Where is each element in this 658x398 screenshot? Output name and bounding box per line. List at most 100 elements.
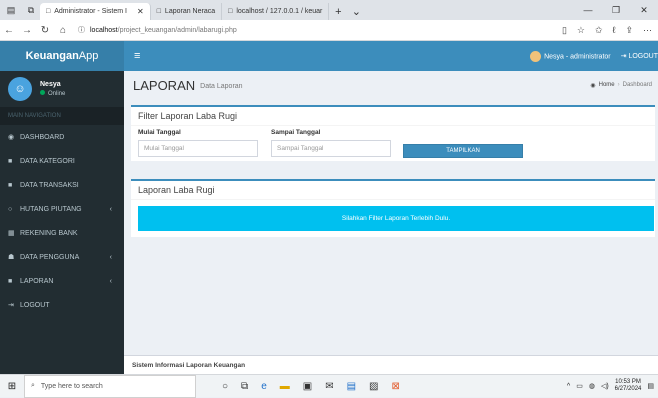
workspaces-icon[interactable]: ▤ [4, 3, 18, 17]
page-title: LAPORAN [133, 77, 196, 93]
user-menu[interactable]: Nesya - administrator [530, 50, 611, 62]
logo-prefix: Keuangan [25, 50, 79, 62]
info-alert: Silahkan Filter Laporan Terlebih Dulu. [138, 206, 654, 231]
info-icon[interactable]: ⓘ [78, 25, 85, 35]
sidebar-item-label: HUTANG PIUTANG [20, 205, 82, 213]
task-view-icon[interactable]: ⧉ [241, 381, 248, 392]
url-path: /project_keuangan/admin/labarugi.php [117, 26, 237, 34]
sidebar-item-laporan[interactable]: ■ LAPORAN ‹ [0, 269, 124, 293]
browser-tab-1[interactable]: □ Administrator - Sistem I ✕ [40, 3, 151, 20]
sidebar-item-data-kategori[interactable]: ■ DATA KATEGORI [0, 149, 124, 173]
logout-icon: ⇥ [8, 302, 14, 309]
chevron-up-icon[interactable]: ^ [567, 383, 570, 390]
start-date-input[interactable]: Mulai Tanggal [138, 140, 258, 157]
xampp-icon[interactable]: ⊠ [392, 381, 400, 392]
clock-date: 6/27/2024 [614, 386, 642, 392]
window-controls: — ❐ ✕ [574, 0, 658, 20]
report-box: Laporan Laba Rugi Silahkan Filter Lapora… [131, 179, 655, 237]
dashboard-icon: ◉ [8, 134, 15, 141]
favorites-icon[interactable]: ✩ [595, 25, 603, 36]
photos-icon[interactable]: ▨ [369, 381, 378, 392]
breadcrumb: ◉ Home › Dashboard [590, 82, 652, 89]
share-icon[interactable]: ⇪ [625, 25, 633, 36]
tab-label: Laporan Neraca [164, 8, 216, 15]
close-tab-icon[interactable]: ✕ [137, 7, 144, 16]
tab-label: Administrator - Sistem I [54, 8, 127, 15]
clock[interactable]: 10:53 PM 6/27/2024 [615, 379, 642, 393]
cortana-icon[interactable]: ○ [222, 381, 228, 392]
system-tray: ^ ▭ ◍ ◁) 10:53 PM 6/27/2024 ▤ [567, 379, 654, 393]
sidebar-item-hutang-piutang[interactable]: ○ HUTANG PIUTANG ‹ [0, 197, 124, 221]
maximize-icon[interactable]: ❐ [602, 0, 630, 20]
taskbar-search-placeholder: Type here to search [40, 382, 103, 390]
page-icon: □ [46, 8, 51, 15]
volume-icon[interactable]: ◁) [601, 382, 609, 390]
browser-tab-2[interactable]: □ Laporan Neraca [151, 3, 223, 20]
user-status-label: Online [48, 91, 66, 97]
content-area: LAPORAN Data Laporan ◉ Home › Dashboard … [124, 71, 658, 374]
user-panel: ☺ Nesya Online [0, 71, 124, 107]
minimize-icon[interactable]: — [574, 0, 602, 20]
user-name: Nesya [40, 81, 61, 88]
windows-start-icon[interactable]: ⊞ [0, 381, 24, 392]
user-status: Online [40, 90, 65, 97]
sidebar-item-label: LAPORAN [20, 277, 54, 285]
folder-icon: ■ [8, 277, 13, 285]
sidebar-item-label: REKENING BANK [20, 229, 78, 237]
menu-toggle-icon[interactable]: ≡ [134, 50, 140, 62]
page-icon: □ [228, 8, 233, 15]
page-icon: □ [156, 8, 161, 15]
end-date-label: Sampai Tanggal [271, 129, 321, 136]
refresh-icon[interactable]: ↻ [36, 25, 54, 36]
url-field[interactable]: ⓘ localhost/project_keuangan/admin/labar… [78, 25, 562, 35]
close-window-icon[interactable]: ✕ [630, 0, 658, 20]
content-header: LAPORAN Data Laporan ◉ Home › Dashboard [124, 71, 658, 99]
new-tab-button[interactable]: + [329, 3, 347, 20]
tab-actions-icon[interactable]: ⧉ [24, 3, 38, 17]
taskbar-apps: ○ ⧉ e ▬ ▣ ✉ ▤ ▨ ⊠ [222, 381, 400, 392]
sidebar-item-data-pengguna[interactable]: ☗ DATA PENGGUNA ‹ [0, 245, 124, 269]
chevron-left-icon: ‹ [109, 253, 112, 261]
home-icon[interactable]: ⌂ [54, 25, 72, 36]
sidebar-item-rekening-bank[interactable]: ▦ REKENING BANK [0, 221, 124, 245]
browser-toolbar: ▯ ☆ ✩ ℓ ⇪ ⋯ [562, 25, 652, 36]
logo-suffix: App [78, 50, 99, 62]
more-icon[interactable]: ⋯ [643, 25, 652, 36]
top-navbar: ≡ Nesya - administrator ⇥ LOGOUT [124, 41, 658, 71]
battery-icon[interactable]: ▭ [576, 382, 583, 390]
footer: Sistem Informasi Laporan Keuangan [124, 355, 658, 374]
submit-button[interactable]: TAMPILKAN [403, 144, 523, 158]
sidebar-item-dashboard[interactable]: ◉ DASHBOARD [0, 125, 124, 149]
folder-icon: ■ [8, 181, 13, 189]
logout-link[interactable]: ⇥ LOGOUT [621, 52, 658, 60]
sidebar-item-label: DASHBOARD [20, 133, 65, 141]
tab-list-chevron-icon[interactable]: ⌄ [347, 3, 365, 20]
start-date-group: Mulai Tanggal Mulai Tanggal [138, 129, 258, 157]
favorite-star-icon[interactable]: ☆ [577, 25, 585, 36]
app-icon[interactable]: ▤ [347, 381, 356, 392]
avatar [530, 50, 542, 62]
circle-icon: ○ [8, 205, 13, 213]
back-icon[interactable]: ← [0, 25, 18, 36]
sidebar-item-label: DATA KATEGORI [20, 157, 75, 165]
forward-icon[interactable]: → [18, 25, 36, 36]
mail-icon[interactable]: ✉ [325, 381, 333, 392]
file-explorer-icon[interactable]: ▬ [280, 381, 290, 392]
end-date-input[interactable]: Sampai Tanggal [271, 140, 391, 157]
logout-label: LOGOUT [628, 53, 658, 60]
report-box-title: Laporan Laba Rugi [131, 181, 655, 200]
network-icon[interactable]: ◍ [589, 382, 595, 390]
store-icon[interactable]: ▣ [303, 381, 312, 392]
reader-view-icon[interactable]: ▯ [562, 25, 567, 36]
sidebar-item-logout[interactable]: ⇥ LOGOUT [0, 293, 124, 317]
browser-tab-3[interactable]: □ localhost / 127.0.0.1 / keuar [222, 3, 330, 20]
profile-icon[interactable]: ℓ [613, 25, 616, 36]
end-date-group: Sampai Tanggal Sampai Tanggal [271, 129, 391, 157]
notification-icon[interactable]: ▤ [647, 382, 654, 390]
taskbar-search[interactable]: ⌕ Type here to search [24, 374, 196, 398]
breadcrumb-home[interactable]: Home [599, 82, 615, 89]
app-logo[interactable]: Keuangan App [0, 41, 124, 71]
address-bar-row: ← → ↻ ⌂ ⓘ localhost/project_keuangan/adm… [0, 20, 658, 41]
sidebar-item-data-transaksi[interactable]: ■ DATA TRANSAKSI [0, 173, 124, 197]
edge-icon[interactable]: e [261, 381, 267, 392]
